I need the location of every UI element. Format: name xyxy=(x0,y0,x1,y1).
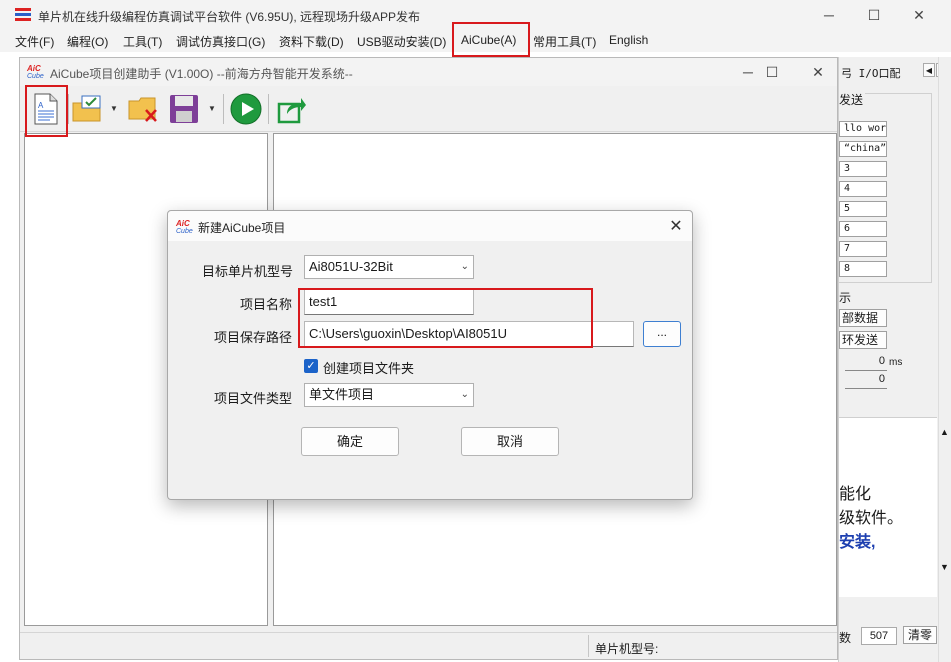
file-type-select[interactable]: 单文件项目 ⌄ xyxy=(304,383,474,407)
send-row[interactable]: 4 xyxy=(839,181,887,197)
mcu-label: 目标单片机型号 xyxy=(202,264,294,279)
chevron-down-icon: ⌄ xyxy=(460,389,469,400)
menu-debug[interactable]: 调试仿真接口(G) xyxy=(176,33,265,50)
helper-maximize-button[interactable]: ☐ xyxy=(750,58,794,86)
folder-check-icon xyxy=(72,95,101,122)
menu-usb-driver[interactable]: USB驱动安装(D) xyxy=(357,33,446,50)
mcu-select[interactable]: Ai8051U-32Bit ⌄ xyxy=(304,255,474,279)
helper-statusbar: 单片机型号: xyxy=(20,632,837,658)
open-dropdown-icon[interactable]: ▼ xyxy=(110,104,118,113)
new-project-dialog: AiC Cube 新建AiCube项目 ✕ 目标单片机型号 Ai8051U-32… xyxy=(167,210,693,500)
mcu-select-value: Ai8051U-32Bit xyxy=(309,259,393,274)
byte-count-label: 数 xyxy=(839,631,852,645)
new-project-highlight xyxy=(25,85,68,137)
main-scrollbar[interactable]: ▲ ▼ xyxy=(938,57,951,662)
svg-text:AiC: AiC xyxy=(175,219,190,228)
clear-button[interactable]: 清零 xyxy=(903,626,937,644)
chevron-down-icon: ⌄ xyxy=(460,261,469,272)
send-row[interactable]: “china” xyxy=(839,141,887,157)
create-folder-checkbox[interactable]: ✓ xyxy=(304,359,318,373)
save-project-button[interactable] xyxy=(168,91,200,127)
export-arrow-icon xyxy=(277,98,306,124)
toolbar-separator xyxy=(223,94,224,124)
name-path-highlight xyxy=(298,288,593,348)
svg-text:Cube: Cube xyxy=(176,228,193,234)
receive-text-area[interactable]: 能化 级软件。 安装, xyxy=(839,417,937,597)
scroll-up-icon[interactable]: ▲ xyxy=(940,427,949,437)
dialog-titlebar: AiC Cube 新建AiCube项目 ✕ xyxy=(168,211,692,241)
menu-program[interactable]: 编程(O) xyxy=(67,33,108,50)
helper-window-title: AiCube项目创建助手 (V1.00O) --前海方舟智能开发系统-- xyxy=(50,67,353,81)
open-project-button[interactable] xyxy=(72,91,104,127)
menu-common-tools[interactable]: 常用工具(T) xyxy=(533,33,596,50)
toolbar-separator xyxy=(68,94,69,124)
send-row[interactable]: 5 xyxy=(839,201,887,217)
helper-titlebar: AiC Cube AiCube项目创建助手 (V1.00O) --前海方舟智能开… xyxy=(20,58,837,86)
main-side-panel: 弓 I/O口配 ◀ ▶ 发送 llo worl “china” 3 4 5 6 … xyxy=(838,57,951,662)
send-group-title: 发送 xyxy=(839,91,866,108)
show-label: 示 xyxy=(839,291,852,305)
menu-file[interactable]: 文件(F) xyxy=(15,33,54,50)
file-type-label: 项目文件类型 xyxy=(213,391,292,406)
text-line: 级软件。 xyxy=(839,510,904,527)
aicube-menu-highlight xyxy=(452,22,530,57)
browse-button[interactable]: ... xyxy=(643,321,681,347)
menu-tools[interactable]: 工具(T) xyxy=(123,33,162,50)
all-data-button[interactable]: 部数据 xyxy=(839,309,887,327)
save-disk-icon xyxy=(170,95,198,123)
dialog-title: 新建AiCube项目 xyxy=(198,221,286,235)
dialog-close-button[interactable]: ✕ xyxy=(664,214,688,238)
count-field[interactable]: 0 xyxy=(845,373,887,389)
main-maximize-button[interactable]: ☐ xyxy=(852,0,896,30)
send-row[interactable]: 8 xyxy=(839,261,887,277)
export-button[interactable] xyxy=(274,91,310,127)
interval-field[interactable]: 0 xyxy=(845,355,887,371)
project-name-label: 项目名称 xyxy=(239,297,292,312)
status-separator xyxy=(588,635,589,657)
menu-download[interactable]: 资料下载(D) xyxy=(279,33,344,50)
cancel-button[interactable]: 取消 xyxy=(461,427,559,456)
green-play-icon xyxy=(230,93,262,125)
aicube-logo-icon: AiC Cube xyxy=(26,64,44,79)
main-close-button[interactable]: ✕ xyxy=(897,0,941,30)
save-path-label: 项目保存路径 xyxy=(213,330,292,345)
app-logo-icon xyxy=(15,8,31,21)
io-config-tab[interactable]: 弓 I/O口配 xyxy=(841,65,901,81)
delete-project-button[interactable] xyxy=(128,91,160,127)
file-type-value: 单文件项目 xyxy=(309,387,375,402)
text-line: 能化 xyxy=(839,486,872,503)
send-row[interactable]: 7 xyxy=(839,241,887,257)
tab-left-arrow-icon[interactable]: ◀ xyxy=(923,63,935,77)
svg-text:AiC: AiC xyxy=(26,64,41,73)
loop-send-button[interactable]: 环发送 xyxy=(839,331,887,349)
interval-unit: ms xyxy=(889,357,903,368)
byte-count-field: 507 xyxy=(861,627,897,645)
helper-close-button[interactable]: ✕ xyxy=(796,58,840,86)
text-line: 安装, xyxy=(839,534,876,551)
save-dropdown-icon[interactable]: ▼ xyxy=(208,104,216,113)
send-row[interactable]: 3 xyxy=(839,161,887,177)
send-row[interactable]: llo worl xyxy=(839,121,887,137)
helper-toolbar: A ▼ ▼ xyxy=(20,86,837,132)
send-row[interactable]: 6 xyxy=(839,221,887,237)
aicube-logo-icon: AiC Cube xyxy=(175,219,193,234)
run-button[interactable] xyxy=(228,91,264,127)
svg-text:Cube: Cube xyxy=(27,73,44,79)
main-window-title: 单片机在线升级编程仿真调试平台软件 (V6.95U), 远程现场升级APP发布 xyxy=(38,10,421,24)
create-folder-label[interactable]: 创建项目文件夹 xyxy=(323,358,414,377)
ok-button[interactable]: 确定 xyxy=(301,427,399,456)
status-mcu-label: 单片机型号: xyxy=(595,642,659,656)
folder-delete-icon xyxy=(128,97,157,122)
scroll-down-icon[interactable]: ▼ xyxy=(940,562,949,572)
main-minimize-button[interactable]: ─ xyxy=(807,0,851,30)
menu-english[interactable]: English xyxy=(609,33,648,47)
toolbar-separator xyxy=(268,94,269,124)
